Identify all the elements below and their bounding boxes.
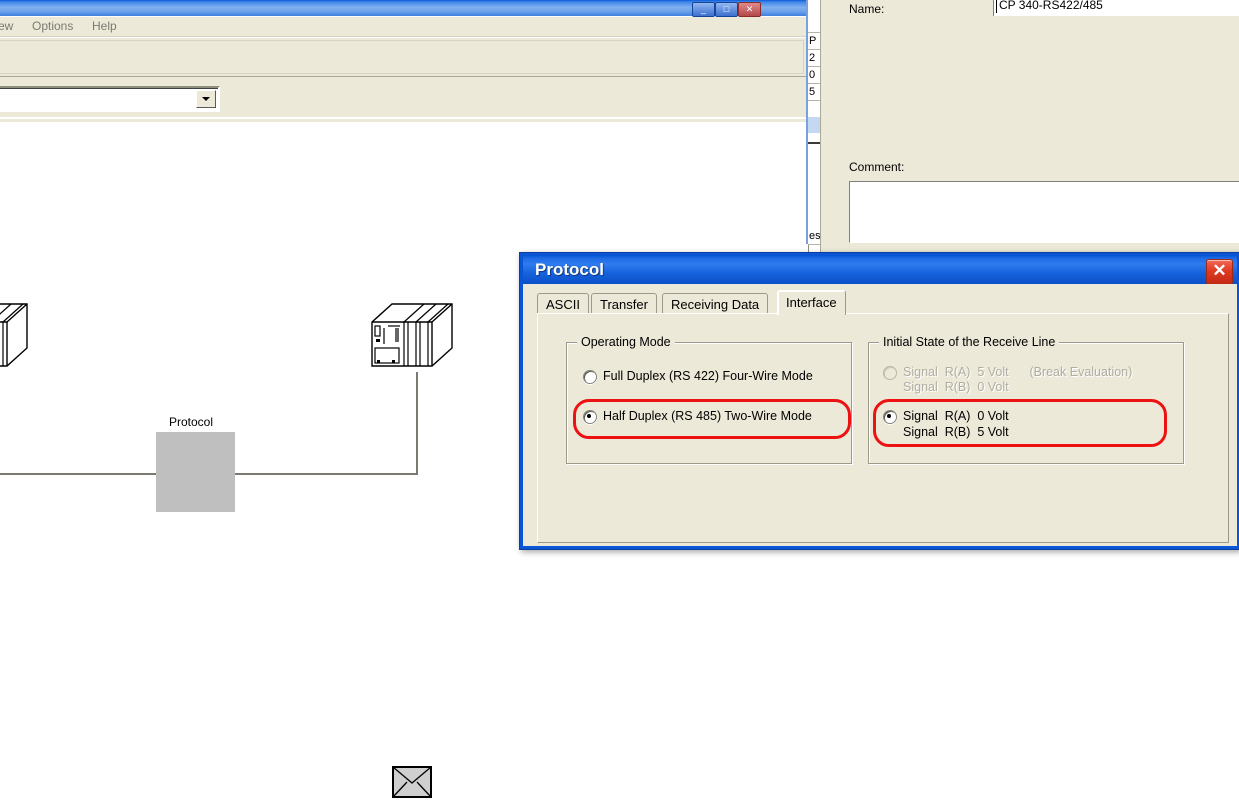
tab-interface[interactable]: Interface bbox=[777, 290, 846, 315]
initial-state-group-title: Initial State of the Receive Line bbox=[879, 335, 1059, 349]
initial-state-group: Initial State of the Receive Line Signal… bbox=[868, 342, 1184, 464]
radio-initial-state-ra5v-line1: Signal R(A) 5 Volt (Break Evaluation) bbox=[903, 365, 1132, 380]
background-window-titlebar[interactable]: _ □ ✕ bbox=[0, 0, 808, 16]
close-icon: ✕ bbox=[739, 3, 760, 16]
connection-line-right-vertical bbox=[416, 372, 418, 475]
protocol-dialog-body: ASCII Transfer Receiving Data Interface … bbox=[523, 284, 1237, 546]
menu-item-help[interactable]: Help bbox=[86, 19, 123, 34]
tab-strip: ASCII Transfer Receiving Data Interface bbox=[537, 290, 1227, 314]
operating-mode-group-title: Operating Mode bbox=[577, 335, 675, 349]
radio-button-icon-selected[interactable] bbox=[583, 410, 597, 424]
protocol-node[interactable] bbox=[156, 432, 235, 512]
radio-initial-state-ra5v-line2: Signal R(B) 0 Volt bbox=[903, 380, 1009, 395]
name-input[interactable]: CP 340-RS422/485 bbox=[993, 0, 1239, 16]
radio-half-duplex-label: Half Duplex (RS 485) Two-Wire Mode bbox=[603, 409, 812, 424]
connection-line-right-horizontal bbox=[234, 473, 418, 475]
protocol-node-label: Protocol bbox=[146, 415, 236, 429]
menu-item-view[interactable]: ew bbox=[0, 19, 19, 34]
envelope-icon bbox=[392, 762, 432, 802]
radio-initial-state-ra0v-line1: Signal R(A) 0 Volt bbox=[903, 409, 1009, 424]
tab-receiving-data[interactable]: Receiving Data bbox=[662, 293, 768, 315]
menu-item-options[interactable]: Options bbox=[26, 19, 79, 34]
comment-label: Comment: bbox=[849, 160, 904, 174]
protocol-type-combobox[interactable]: ASCII bbox=[0, 86, 220, 112]
radio-initial-state-ra0v-line2: Signal R(B) 5 Volt bbox=[903, 425, 1009, 440]
close-icon: ✕ bbox=[1207, 260, 1232, 284]
radio-button-icon[interactable] bbox=[583, 370, 597, 384]
minimize-icon: _ bbox=[693, 3, 714, 16]
chevron-down-icon[interactable] bbox=[196, 90, 216, 108]
close-button[interactable]: ✕ bbox=[738, 2, 761, 17]
protocol-dialog-titlebar[interactable]: Protocol ✕ bbox=[523, 256, 1237, 284]
module-properties-panel: Name: CP 340-RS422/485 Comment: bbox=[820, 0, 1239, 260]
plc-rack-icon[interactable] bbox=[370, 300, 454, 372]
minimize-button[interactable]: _ bbox=[692, 2, 715, 17]
toolbar bbox=[0, 37, 806, 77]
operating-mode-group: Operating Mode Full Duplex (RS 422) Four… bbox=[566, 342, 852, 464]
maximize-button[interactable]: □ bbox=[715, 2, 738, 17]
toolbar-inner-panel bbox=[0, 40, 804, 74]
text-caret bbox=[996, 0, 997, 13]
dialog-close-button[interactable]: ✕ bbox=[1206, 259, 1233, 285]
radio-button-icon-disabled bbox=[883, 366, 897, 380]
comment-textarea[interactable] bbox=[849, 181, 1239, 243]
interface-tab-page: Operating Mode Full Duplex (RS 422) Four… bbox=[537, 313, 1229, 543]
maximize-icon: □ bbox=[716, 3, 737, 16]
protocol-dialog: Protocol ✕ ASCII Transfer Receiving Data… bbox=[519, 252, 1239, 550]
menu-bar: ew Options Help bbox=[0, 17, 808, 37]
tab-ascii[interactable]: ASCII bbox=[537, 293, 589, 315]
tab-transfer[interactable]: Transfer bbox=[591, 293, 657, 315]
name-label: Name: bbox=[849, 2, 884, 16]
radio-full-duplex-label: Full Duplex (RS 422) Four-Wire Mode bbox=[603, 369, 813, 384]
protocol-dialog-title: Protocol bbox=[535, 260, 604, 280]
plc-rack-icon[interactable] bbox=[0, 300, 29, 372]
connection-line-left-horizontal bbox=[0, 473, 158, 475]
radio-button-icon-selected[interactable] bbox=[883, 410, 897, 424]
name-input-value: CP 340-RS422/485 bbox=[999, 0, 1103, 12]
